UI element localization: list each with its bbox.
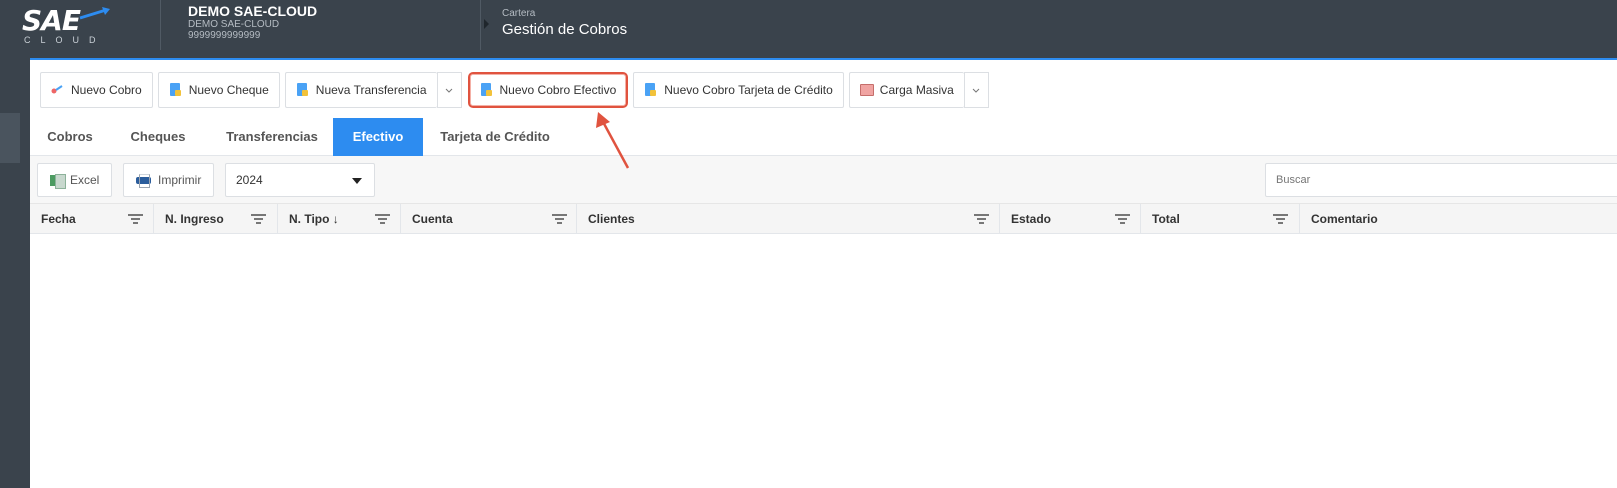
column-label: N. Ingreso (165, 212, 224, 226)
column-header-cuenta[interactable]: Cuenta (401, 204, 577, 234)
nuevo-cobro-button[interactable]: Nuevo Cobro (40, 72, 153, 108)
package-icon (859, 83, 874, 97)
document-icon (480, 83, 494, 97)
logo-arrow-icon (79, 7, 110, 20)
filter-icon[interactable] (552, 214, 567, 224)
filter-icon[interactable] (974, 214, 989, 224)
grid-toolbar: Excel Imprimir 2024 (30, 156, 1617, 204)
app-logo[interactable]: SAE CLOUD (22, 4, 110, 46)
column-label: Estado (1011, 212, 1052, 226)
dropdown-triangle-icon (352, 178, 362, 184)
nuevo-cheque-label: Nuevo Cheque (188, 83, 269, 97)
tab-cobros[interactable]: Cobros (30, 118, 110, 156)
column-label: Cuenta (412, 212, 453, 226)
filter-icon[interactable] (128, 214, 143, 224)
grid-header-row: Fecha N. Ingreso N. Tipo ↓ Cuenta Client… (30, 204, 1617, 234)
logo-text: SAE (22, 4, 81, 37)
filter-icon[interactable] (1115, 214, 1130, 224)
column-header-total[interactable]: Total (1141, 204, 1300, 234)
column-label: Clientes (588, 212, 635, 226)
company-id: 9999999999999 (188, 30, 261, 41)
company-name: DEMO SAE-CLOUD (188, 3, 318, 19)
nuevo-cobro-label: Nuevo Cobro (71, 83, 142, 97)
nuevo-cobro-tarjeta-button[interactable]: Nuevo Cobro Tarjeta de Crédito (633, 72, 844, 108)
column-header-estado[interactable]: Estado (1000, 204, 1141, 234)
nueva-transferencia-button[interactable]: Nueva Transferencia (284, 72, 437, 108)
carga-masiva-dropdown-button[interactable] (963, 72, 989, 108)
tab-transferencias[interactable]: Transferencias (212, 118, 332, 156)
tab-cheques[interactable]: Cheques (118, 118, 198, 156)
top-header: SAE CLOUD DEMO SAE-CLOUD DEMO SAE-CLOUD … (0, 0, 1617, 50)
company-info: DEMO SAE-CLOUD DEMO SAE-CLOUD 9999999999… (188, 3, 317, 41)
nuevo-cheque-button[interactable]: Nuevo Cheque (157, 72, 280, 108)
column-label: Total (1152, 212, 1180, 226)
year-select-value: 2024 (236, 173, 263, 187)
chevron-down-icon (445, 88, 453, 93)
document-icon (644, 83, 658, 97)
sidebar-active-item[interactable] (0, 113, 20, 163)
column-header-comentario[interactable]: Comentario (1300, 204, 1617, 234)
filter-icon[interactable] (1273, 214, 1288, 224)
action-toolbar: Nuevo Cobro Nuevo Cheque Nueva Transfere… (40, 72, 995, 108)
excel-button[interactable]: Excel (37, 163, 113, 197)
column-header-fecha[interactable]: Fecha (30, 204, 154, 234)
logo-subtext: CLOUD (24, 35, 106, 45)
breadcrumb-parent: Cartera (502, 8, 536, 19)
search-input[interactable] (1265, 163, 1617, 197)
carga-masiva-button[interactable]: Carga Masiva (848, 72, 964, 108)
tab-tarjeta-credito[interactable]: Tarjeta de Crédito (430, 118, 560, 156)
document-icon (296, 83, 310, 97)
filter-icon[interactable] (375, 214, 390, 224)
nuevo-cobro-tarjeta-label: Nuevo Cobro Tarjeta de Crédito (664, 83, 833, 97)
column-header-clientes[interactable]: Clientes (577, 204, 1000, 234)
column-header-n-tipo[interactable]: N. Tipo ↓ (278, 204, 401, 234)
page-title: Gestión de Cobros (502, 21, 628, 38)
printer-icon (136, 174, 151, 188)
document-icon (169, 83, 183, 97)
column-label: Fecha (41, 212, 76, 226)
column-header-n-ingreso[interactable]: N. Ingreso (154, 204, 278, 234)
left-sidebar (0, 50, 20, 488)
print-label: Imprimir (158, 173, 202, 187)
print-button[interactable]: Imprimir (123, 163, 215, 197)
nueva-transferencia-label: Nueva Transferencia (315, 83, 427, 97)
excel-icon (50, 173, 66, 189)
tab-bar: Cobros Cheques Transferencias Efectivo T… (30, 118, 1617, 156)
carga-masiva-label: Carga Masiva (879, 83, 954, 97)
company-subtitle: DEMO SAE-CLOUD (188, 19, 280, 30)
tab-efectivo[interactable]: Efectivo (333, 118, 423, 156)
key-icon (51, 83, 65, 97)
data-grid: Excel Imprimir 2024 Fecha N. Ingreso (30, 156, 1617, 488)
column-label: N. Tipo ↓ (289, 212, 339, 226)
transferencia-dropdown-button[interactable] (436, 72, 462, 108)
filter-icon[interactable] (251, 214, 266, 224)
main-content: Nuevo Cobro Nuevo Cheque Nueva Transfere… (30, 58, 1617, 488)
column-label: Comentario (1311, 212, 1378, 226)
year-select[interactable]: 2024 (225, 163, 375, 197)
excel-label: Excel (70, 173, 100, 187)
breadcrumb: Cartera Gestión de Cobros (502, 8, 627, 40)
chevron-down-icon (972, 88, 980, 93)
header-divider (160, 0, 161, 50)
nuevo-cobro-efectivo-label: Nuevo Cobro Efectivo (499, 83, 617, 97)
nuevo-cobro-efectivo-button[interactable]: Nuevo Cobro Efectivo (467, 72, 629, 108)
breadcrumb-caret-icon (484, 19, 489, 29)
header-divider (480, 0, 481, 50)
